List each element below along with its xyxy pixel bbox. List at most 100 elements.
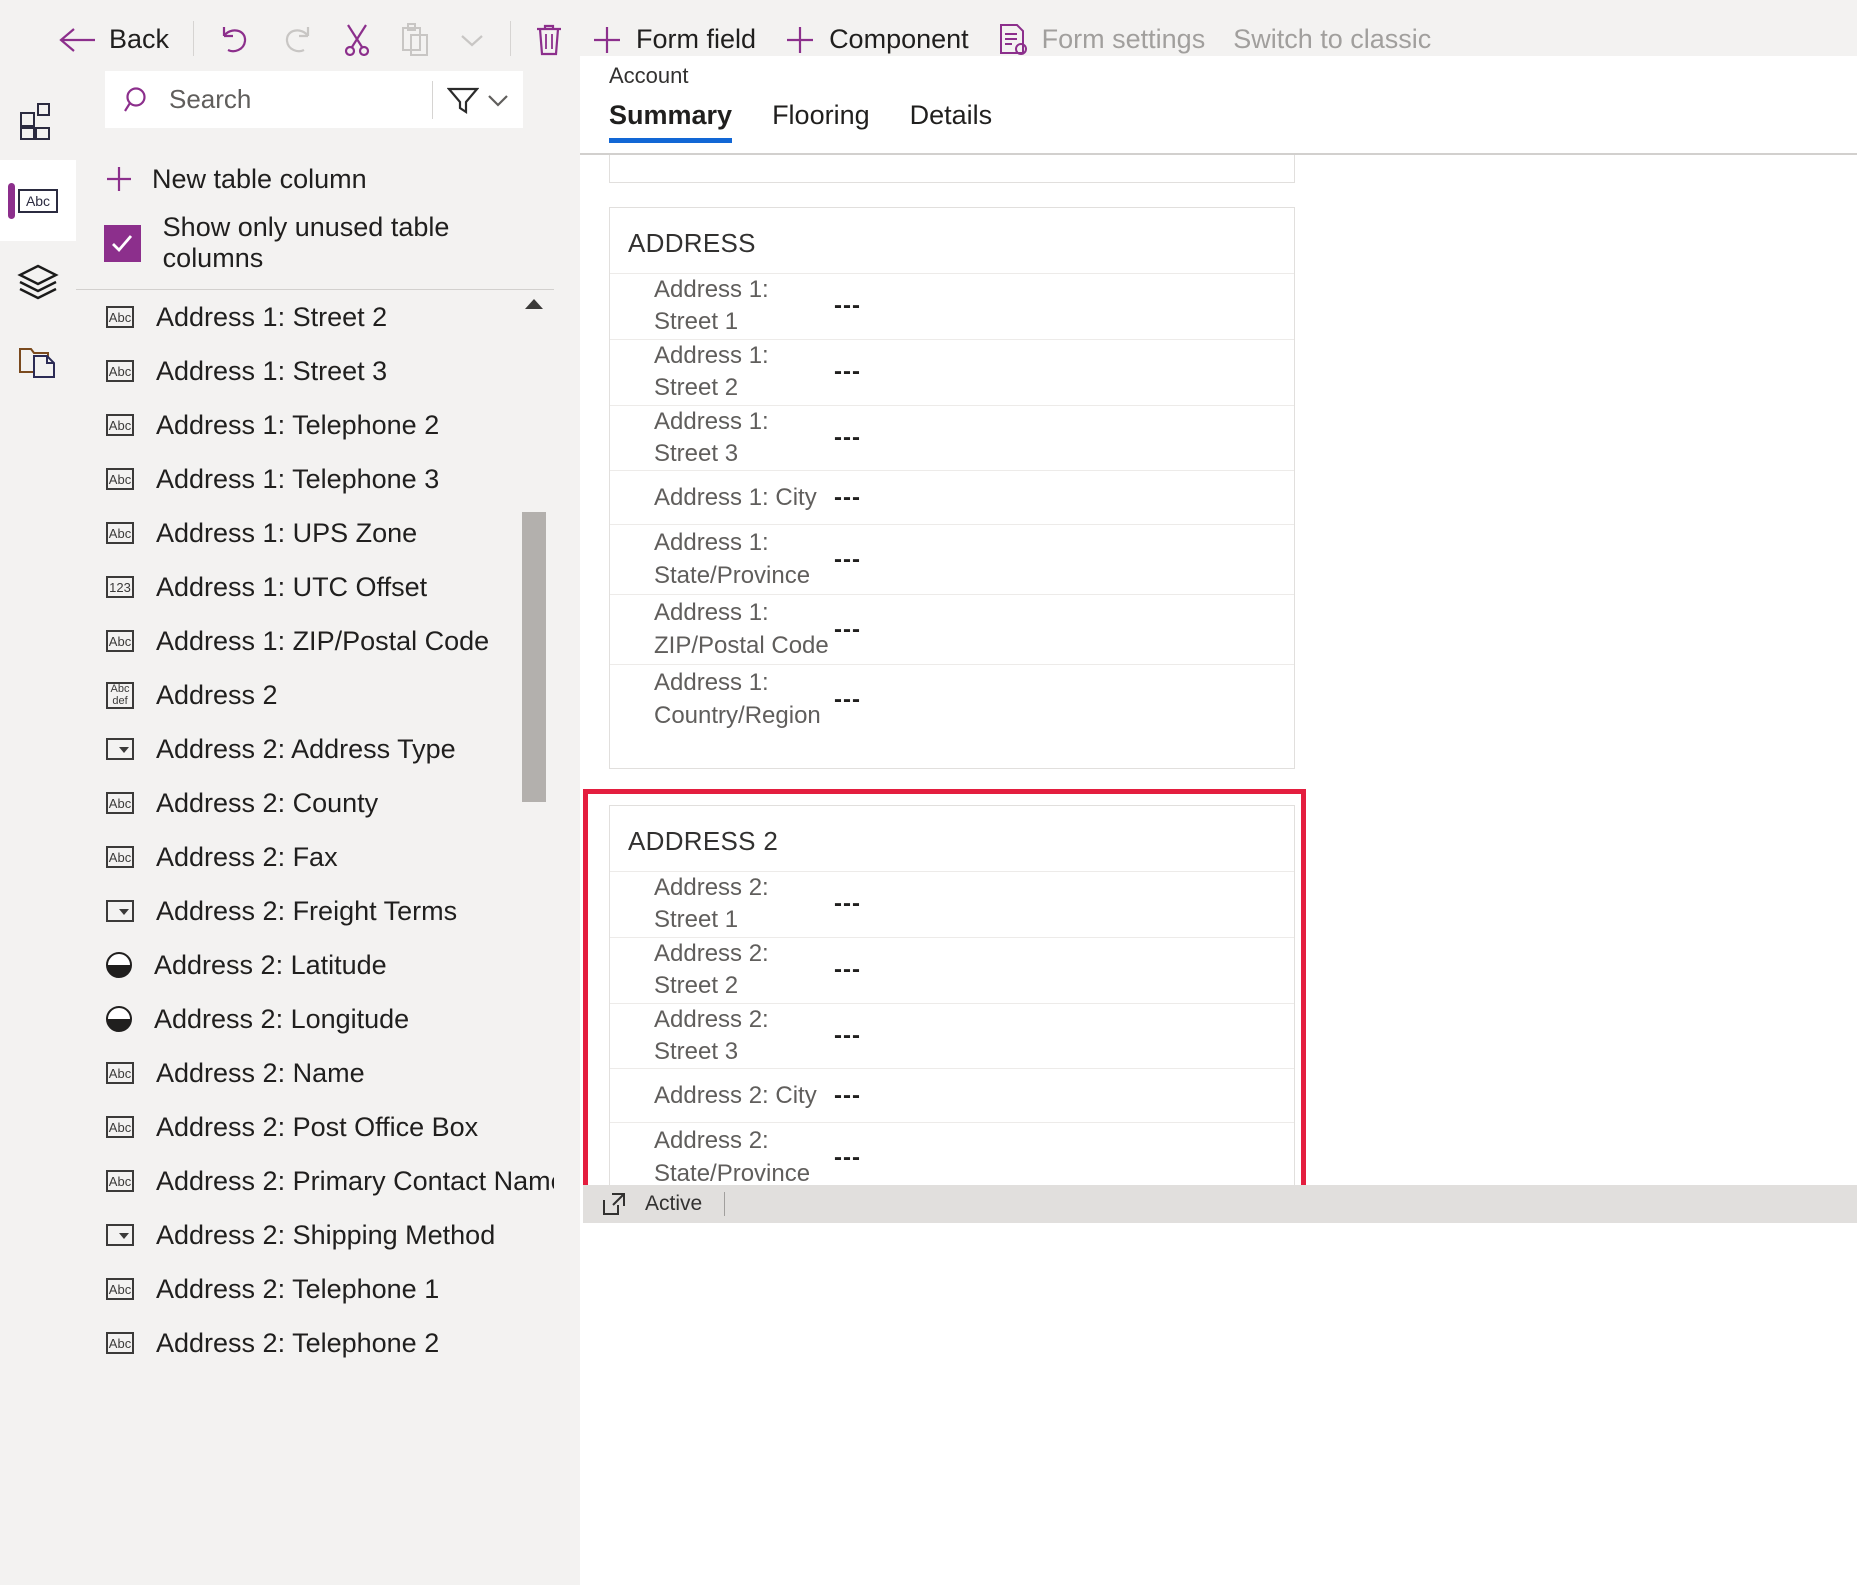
rail-item-table-columns[interactable]: Abc — [0, 160, 76, 241]
table-column-item[interactable]: AbcAddress 2: Telephone 2 — [76, 1316, 554, 1370]
new-table-column-label: New table column — [152, 164, 367, 195]
scroll-up-button[interactable] — [520, 290, 548, 318]
form-field-value: --- — [834, 616, 861, 644]
multiline-text-icon: Abcdef — [106, 682, 134, 709]
form-field-row[interactable]: Address 1: Street 2--- — [610, 339, 1294, 405]
form-field-label: Form field — [636, 24, 756, 55]
partial-section-card — [609, 155, 1295, 183]
tab-flooring[interactable]: Flooring — [772, 100, 888, 147]
rail-item-related-records[interactable] — [0, 322, 76, 403]
form-field-row[interactable]: Address 1: Street 1--- — [610, 273, 1294, 339]
form-field-row[interactable]: Address 2: Street 3--- — [610, 1003, 1294, 1069]
table-column-item[interactable]: Abc Address 1: Telephone 2 — [76, 398, 554, 452]
text-abc-icon: Abc — [106, 1278, 134, 1300]
text-abc-icon: Abc — [106, 414, 134, 436]
table-column-item[interactable]: Address 2: Freight Terms — [76, 884, 554, 938]
form-field-value: --- — [834, 292, 861, 320]
table-column-item[interactable]: Address 2: Shipping Method — [76, 1208, 554, 1262]
search-placeholder: Search — [169, 84, 251, 115]
table-column-label: Address 2: Freight Terms — [156, 896, 457, 927]
table-column-item[interactable]: Abc Address 2: Fax — [76, 830, 554, 884]
table-column-item[interactable]: AbcAddress 1: ZIP/Postal Code — [76, 614, 554, 668]
text-abc-icon: Abc — [106, 630, 134, 652]
app-root: Back — [0, 0, 1857, 1585]
table-column-item[interactable]: AbcAddress 2: County — [76, 776, 554, 830]
panel-scrollbar[interactable] — [520, 290, 548, 1585]
table-column-item[interactable]: AbcAddress 1: Street 2 — [76, 290, 554, 344]
back-label: Back — [109, 24, 169, 55]
form-field-row[interactable]: Address 1: City--- — [610, 470, 1294, 524]
form-section[interactable]: ADDRESS 2Address 2: Street 1---Address 2… — [609, 805, 1295, 1185]
table-column-item[interactable]: AbcAddress 1: Telephone 3 — [76, 452, 554, 506]
table-column-item[interactable]: AbcAddress 1: UPS Zone — [76, 506, 554, 560]
form-field-row[interactable]: Address 2: City--- — [610, 1068, 1294, 1122]
redo-icon — [280, 24, 314, 56]
text-abc-icon: Abc — [106, 1062, 134, 1084]
form-field-row[interactable]: Address 1: ZIP/Postal Code--- — [610, 594, 1294, 664]
choice-dropdown-icon — [106, 1224, 134, 1246]
form-section[interactable]: ADDRESSAddress 1: Street 1---Address 1: … — [609, 207, 1295, 769]
table-column-item[interactable]: AbcdefAddress 2 — [76, 668, 554, 722]
table-column-label: Address 1: Telephone 2 — [156, 410, 439, 441]
text-abc-icon: Abc — [106, 468, 134, 490]
entity-name: Account — [609, 63, 689, 89]
open-in-new-icon — [601, 1191, 627, 1217]
table-column-label: Address 2: Fax — [156, 842, 338, 873]
back-arrow-icon — [58, 25, 96, 55]
table-column-label: Address 1: Street 2 — [156, 302, 387, 333]
open-in-new-button[interactable] — [583, 1191, 645, 1217]
trash-icon — [535, 23, 563, 57]
table-column-item[interactable]: 123Address 1: UTC Offset — [76, 560, 554, 614]
table-columns-list[interactable]: AbcAddress 1: Street 2AbcAddress 1: Stre… — [76, 290, 554, 1585]
table-column-item[interactable]: AbcAddress 2: Telephone 1 — [76, 1262, 554, 1316]
svg-text:Abc: Abc — [26, 193, 50, 209]
scrollbar-thumb[interactable] — [522, 512, 546, 802]
section-title: ADDRESS — [610, 208, 1294, 273]
table-column-label: Address 2: Longitude — [154, 1004, 409, 1035]
tab-summary[interactable]: Summary — [609, 100, 750, 147]
form-preview: Account SummaryFlooringDetails ADDRESSAd… — [580, 56, 1857, 1585]
table-column-item[interactable]: Address 2: Longitude — [76, 992, 554, 1046]
switch-to-classic-label: Switch to classic — [1233, 24, 1431, 55]
form-field-label: Address 1: State/Province — [654, 527, 834, 592]
table-column-label: Address 2: Latitude — [154, 950, 387, 981]
show-only-unused-checkbox[interactable]: Show only unused table columns — [104, 217, 554, 269]
new-table-column-button[interactable]: New table column — [104, 153, 367, 205]
status-separator — [724, 1192, 725, 1216]
rail-item-tree-view[interactable] — [0, 241, 76, 322]
form-field-row[interactable]: Address 2: Street 2--- — [610, 937, 1294, 1003]
table-column-item[interactable]: Address 2: Latitude — [76, 938, 554, 992]
form-field-row[interactable]: Address 2: State/Province--- — [610, 1122, 1294, 1185]
scroll-up-arrow-icon — [524, 297, 544, 311]
search-icon — [123, 85, 153, 115]
filter-button[interactable] — [433, 85, 523, 115]
command-separator-2 — [510, 21, 511, 59]
table-column-item[interactable]: AbcAddress 1: Street 3 — [76, 344, 554, 398]
form-field-row[interactable]: Address 1: State/Province--- — [610, 524, 1294, 594]
paste-icon — [400, 23, 430, 57]
table-column-item[interactable]: Address 2: Address Type — [76, 722, 554, 776]
table-column-label: Address 1: Street 3 — [156, 356, 387, 387]
form-field-label: Address 1: Street 3 — [654, 406, 834, 471]
table-column-label: Address 2: Address Type — [156, 734, 456, 765]
section-bottom-padding — [610, 734, 1294, 768]
form-field-row[interactable]: Address 1: Country/Region--- — [610, 664, 1294, 734]
form-field-label: Address 2: Street 2 — [654, 938, 834, 1003]
text-abc-icon: Abc — [106, 846, 134, 868]
form-field-label: Address 2: Street 1 — [654, 872, 834, 937]
form-field-row[interactable]: Address 1: Street 3--- — [610, 405, 1294, 471]
table-column-label: Address 2: Post Office Box — [156, 1112, 478, 1143]
decimal-icon — [106, 1006, 132, 1032]
search-input[interactable]: Search — [105, 84, 432, 115]
chevron-down-icon — [458, 30, 486, 50]
table-column-item[interactable]: AbcAddress 2: Primary Contact Name — [76, 1154, 554, 1208]
tab-details[interactable]: Details — [910, 100, 1011, 147]
form-field-value: --- — [834, 1144, 861, 1172]
components-icon — [17, 99, 59, 141]
table-column-item[interactable]: AbcAddress 2: Name — [76, 1046, 554, 1100]
form-field-row[interactable]: Address 2: Street 1--- — [610, 871, 1294, 937]
rail-item-components[interactable] — [0, 79, 76, 160]
table-column-item[interactable]: AbcAddress 2: Post Office Box — [76, 1100, 554, 1154]
component-label: Component — [829, 24, 969, 55]
form-field-value: --- — [834, 686, 861, 714]
